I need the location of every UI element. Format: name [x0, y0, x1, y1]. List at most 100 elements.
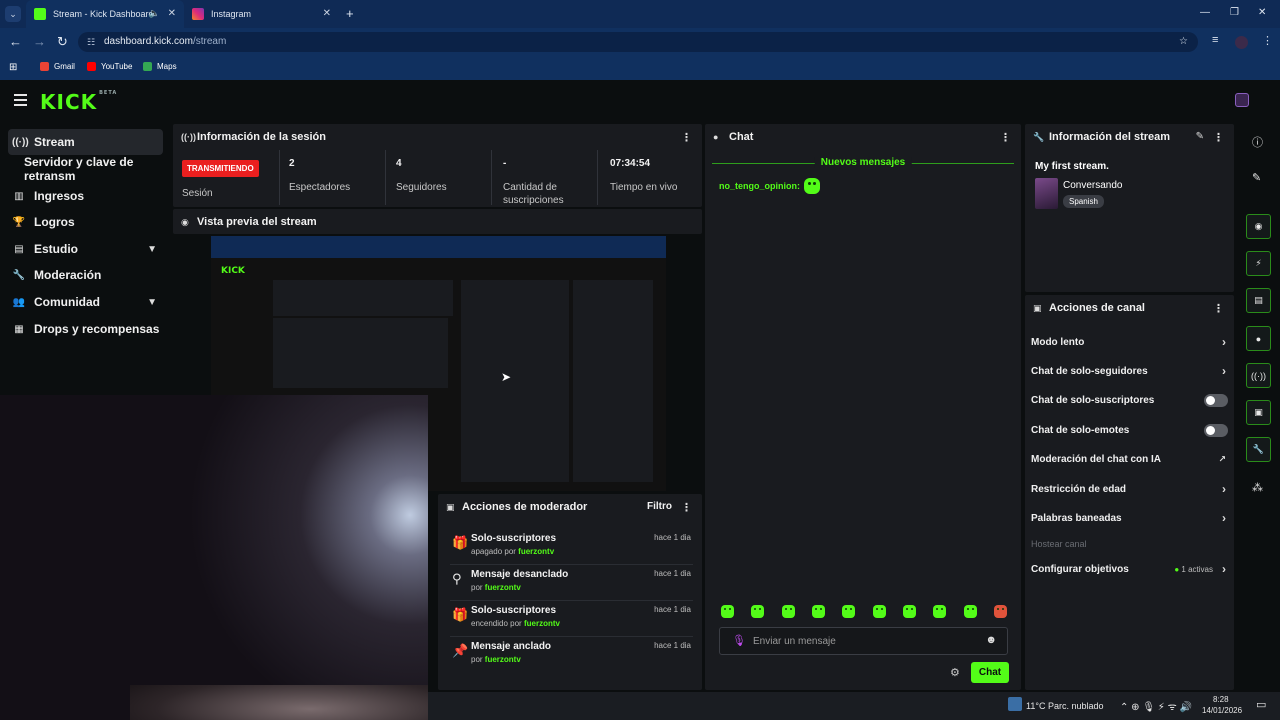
moderator-user-link[interactable]: fuerzontv [485, 583, 521, 592]
emote-icon[interactable] [811, 605, 825, 618]
chart-icon: ▥ [14, 190, 24, 202]
speaker-icon[interactable]: 🔈 [149, 8, 160, 19]
media-icon[interactable]: ≡ [1212, 34, 1218, 46]
bookmark-maps[interactable]: Maps [143, 62, 177, 71]
broadcast-icon: ((·)) [12, 136, 29, 148]
sidebar-item-moderacion[interactable]: 🔧 Moderación [8, 262, 163, 288]
quick-action-button[interactable]: ⚡ [1246, 251, 1271, 276]
emote-icon[interactable] [721, 605, 734, 618]
emote-icon[interactable] [872, 605, 886, 618]
stream-category[interactable]: Conversando [1063, 180, 1122, 191]
subscribers-only-toggle[interactable] [1204, 394, 1228, 407]
channel-action-banned-words[interactable]: Palabras baneadas › [1031, 508, 1229, 528]
emote-icon[interactable] [933, 605, 947, 618]
hamburger-menu-icon[interactable] [14, 94, 27, 109]
info-icon[interactable]: ⓘ [1252, 134, 1263, 150]
moderator-user-link[interactable]: fuerzontv [518, 547, 554, 556]
more-options-icon[interactable]: ⋮ [681, 131, 692, 144]
emote-icon[interactable] [993, 605, 1007, 618]
edit-pencil-icon[interactable]: ✎ [1252, 171, 1261, 184]
broadcast-tool-button[interactable]: ((·)) [1246, 363, 1271, 388]
chat-tool-button[interactable]: ● [1246, 326, 1271, 351]
more-options-icon[interactable]: ⋮ [1213, 131, 1224, 144]
channel-action-ai-moderation[interactable]: Moderación del chat con IA ↗ [1031, 449, 1229, 469]
mod-action-row: ⚲ Mensaje desanclado por fuerzontv hace 1 d… [450, 567, 693, 601]
add-widget-icon[interactable]: ⁂ [1252, 481, 1263, 494]
preview-tool-button[interactable]: ◉ [1246, 214, 1271, 239]
user-avatar[interactable] [1235, 93, 1249, 107]
gmail-icon [40, 62, 49, 71]
back-icon[interactable]: ← [9, 34, 22, 49]
browser-menu-icon[interactable]: ⋮ [1262, 34, 1273, 47]
notes-tool-button[interactable]: ▤ [1246, 288, 1271, 313]
more-options-icon[interactable]: ⋮ [1213, 302, 1224, 315]
forward-icon[interactable]: → [33, 34, 46, 49]
channel-action-age-restriction[interactable]: Restricción de edad › [1031, 479, 1229, 499]
tab-search-icon[interactable]: ⌄ [5, 6, 21, 22]
more-options-icon[interactable]: ⋮ [1000, 131, 1011, 144]
bookmark-youtube[interactable]: YouTube [87, 62, 132, 71]
moderator-tool-button[interactable]: ▣ [1246, 400, 1271, 425]
bookmark-gmail[interactable]: Gmail [40, 62, 75, 71]
sidebar-item-server-key[interactable]: Servidor y clave de retransm [8, 155, 173, 183]
moderator-user-link[interactable]: fuerzontv [524, 619, 560, 628]
emote-icon[interactable] [963, 605, 977, 618]
moderation-tool-button[interactable]: 🔧 [1246, 437, 1271, 462]
channel-action-goals[interactable]: Configurar objetivos ● 1 activas › [1031, 559, 1229, 579]
filter-button[interactable]: Filtro [647, 501, 672, 512]
tray-icons[interactable]: ⌃ ⊕ 🎙 ⚡ ᯤ 🔊 [1120, 699, 1192, 713]
sidebar-item-estudio[interactable]: ▤ Estudio ▼ [8, 236, 163, 262]
microphone-icon[interactable]: 🎙 [732, 634, 746, 647]
emote-icon [804, 178, 820, 194]
close-tab-icon[interactable]: ✕ [168, 8, 176, 19]
panel-header: ▣ Acciones de moderador Filtro ⋮ [446, 501, 692, 514]
sidebar-item-comunidad[interactable]: 👥 Comunidad ▼ [8, 289, 163, 315]
browser-tab-kick[interactable]: Stream - Kick Dashboard 🔈 ✕ [26, 0, 184, 28]
reload-icon[interactable]: ↻ [57, 34, 68, 50]
browser-tab-instagram[interactable]: Instagram ✕ [184, 0, 339, 28]
send-chat-button[interactable]: Chat [971, 662, 1009, 683]
bookmark-star-icon[interactable]: ☆ [1179, 32, 1188, 52]
channel-action-followers-only[interactable]: Chat de solo-seguidores › [1031, 361, 1229, 381]
new-tab-button[interactable]: + [346, 6, 354, 21]
emote-icon[interactable] [781, 605, 795, 618]
emoji-picker-icon[interactable]: ☻ [985, 634, 997, 646]
sidebar-item-ingresos[interactable]: ▥ Ingresos [8, 183, 163, 209]
url-host: dashboard.kick.com [104, 36, 193, 47]
chevron-down-icon: ▼ [147, 243, 157, 255]
url-path: /stream [192, 36, 227, 47]
close-tab-icon[interactable]: ✕ [323, 8, 331, 19]
moderator-user-link[interactable]: fuerzontv [485, 655, 521, 664]
maximize-icon[interactable]: ❐ [1230, 7, 1239, 18]
close-window-icon[interactable]: ✕ [1258, 7, 1266, 18]
emote-icon[interactable] [842, 605, 856, 618]
panel-header: ▣ Acciones de canal ⋮ [1033, 302, 1224, 315]
weather-text[interactable]: 11°C Parc. nublado [1026, 701, 1103, 711]
more-options-icon[interactable]: ⋮ [681, 501, 692, 514]
notifications-icon[interactable]: ▭ [1256, 698, 1266, 711]
kick-logo[interactable]: KICK BETA [40, 90, 117, 114]
minimize-icon[interactable]: — [1200, 7, 1210, 18]
edit-pencil-icon[interactable]: ✎ [1196, 131, 1204, 142]
bookmarks-bar [0, 56, 1280, 80]
apps-icon[interactable]: ⊞ [9, 62, 17, 73]
channel-action-slow-mode[interactable]: Modo lento › [1031, 332, 1229, 352]
chat-message-input[interactable]: 🎙 Enviar un mensaje ☻ [719, 627, 1008, 655]
emotes-only-toggle[interactable] [1204, 424, 1228, 437]
preview-icon: ◉ [181, 216, 189, 227]
address-bar[interactable]: ☷ dashboard.kick.com/stream ☆ [78, 32, 1198, 52]
site-info-icon[interactable]: ☷ [87, 32, 95, 52]
webcam-overlay [0, 395, 428, 720]
chat-username[interactable]: no_tengo_opinion: [719, 181, 800, 191]
goals-status: ● 1 activas [1174, 564, 1213, 574]
stat-subscriptions: - Cantidad de suscripciones [503, 158, 564, 206]
sidebar-item-stream[interactable]: ((·)) Stream [8, 129, 163, 155]
chat-settings-gear-icon[interactable]: ⚙ [950, 666, 960, 679]
wrench-icon: 🔧 [1033, 131, 1045, 142]
sidebar-item-logros[interactable]: 🏆 Logros [8, 209, 163, 235]
dashboard-header [0, 81, 1280, 121]
sidebar-item-drops[interactable]: ▦ Drops y recompensas [8, 316, 163, 342]
emote-icon[interactable] [902, 605, 916, 618]
profile-avatar[interactable] [1235, 36, 1248, 49]
emote-icon[interactable] [751, 605, 765, 618]
